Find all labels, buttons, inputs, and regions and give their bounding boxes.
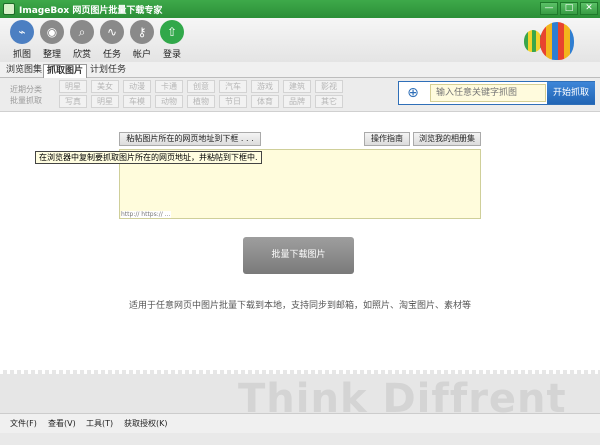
think-different-watermark: Think Diffrent [238,376,567,413]
tab-strip: 浏览图集 抓取图片 计划任务 [0,62,600,78]
status-bar [0,433,600,445]
guide-button[interactable]: 操作指南 [364,132,410,146]
key-icon: ⚷ [130,20,154,44]
category-chip[interactable]: 游戏 [251,80,279,93]
window-title: ImageBox 网页图片批量下载专家 [19,6,163,16]
category-chip[interactable]: 品牌 [283,95,311,108]
footer-band: Think Diffrent [0,370,600,413]
category-chip[interactable]: 体育 [251,95,279,108]
category-chip[interactable]: 车模 [123,95,151,108]
toolbar-login[interactable]: ⇧ 登录 [158,20,186,60]
paste-url-button[interactable]: 粘帖图片所在的网页地址到下框 . . . [119,132,261,146]
category-chip[interactable]: 动漫 [123,80,151,93]
menu-view[interactable]: 查看(V) [48,418,76,429]
close-button[interactable]: ✕ [580,2,598,15]
recent-category-label: 近期分类 [10,85,42,94]
url-scheme-hint: http:// https:// ... [121,211,171,218]
category-chip[interactable]: 影视 [315,80,343,93]
main-toolbar: ⌁ 抓图 ◉ 整理 ⌕ 欣赏 ∿ 任务 ⚷ 帐户 ⇧ 登录 [0,18,600,62]
category-chip[interactable]: 写真 [59,95,87,108]
category-chip[interactable]: 建筑 [283,80,311,93]
minimize-button[interactable]: — [540,2,558,15]
browse-album-button[interactable]: 浏览我的相册集 [413,132,481,146]
tab-scheduled-tasks[interactable]: 计划任务 [87,64,129,78]
title-bar: ImageBox 网页图片批量下载专家 — □ ✕ [0,0,600,18]
category-chip[interactable]: 其它 [315,95,343,108]
capture-icon: ⌁ [10,20,34,44]
menu-file[interactable]: 文件(F) [10,418,37,429]
search-icon: ⌕ [70,20,94,44]
category-chip[interactable]: 植物 [187,95,215,108]
category-chip[interactable]: 节日 [219,95,247,108]
category-chip[interactable]: 明星 [59,80,87,93]
window-controls: — □ ✕ [540,2,598,15]
feature-description: 适用于任意网页中图片批量下载到本地，支持同步到邮箱，如照片、淘宝图片、素材等 [128,301,471,311]
cloud-upload-icon: ⇧ [160,20,184,44]
keyword-search-box: ⊕ 开始抓取 [398,81,595,105]
category-chip[interactable]: 卡通 [155,80,183,93]
category-chip[interactable]: 动物 [155,95,183,108]
paste-hint-tooltip: 在浏览器中复制要抓取图片所在的网页地址，并粘帖到下框中. [35,151,262,164]
tab-capture-images[interactable]: 抓取图片 [43,64,88,78]
app-logo-icon [3,3,15,15]
menu-bar: 文件(F) 查看(V) 工具(T) 获取授权(K) [0,413,600,433]
category-chip[interactable]: 明星 [91,95,119,108]
menu-tools[interactable]: 工具(T) [86,418,113,429]
task-wave-icon: ∿ [100,20,124,44]
category-chip[interactable]: 汽车 [219,80,247,93]
tab-browse-albums[interactable]: 浏览图集 [3,64,45,78]
globe-icon: ⊕ [401,84,425,102]
batch-download-button[interactable]: 批量下载图片 [243,237,354,274]
keyword-search-input[interactable] [430,84,546,102]
menu-license[interactable]: 获取授权(K) [124,418,168,429]
category-chip[interactable]: 创意 [187,80,215,93]
start-capture-button[interactable]: 开始抓取 [547,82,595,104]
batch-capture-label: 批量抓取 [10,96,42,105]
maximize-button[interactable]: □ [560,2,578,15]
organize-icon: ◉ [40,20,64,44]
large-balloon-icon [540,22,574,60]
toolbar-label: 登录 [162,50,181,60]
dotted-divider [0,370,600,374]
hot-air-balloon-icon [522,20,586,64]
category-chip[interactable]: 美女 [91,80,119,93]
